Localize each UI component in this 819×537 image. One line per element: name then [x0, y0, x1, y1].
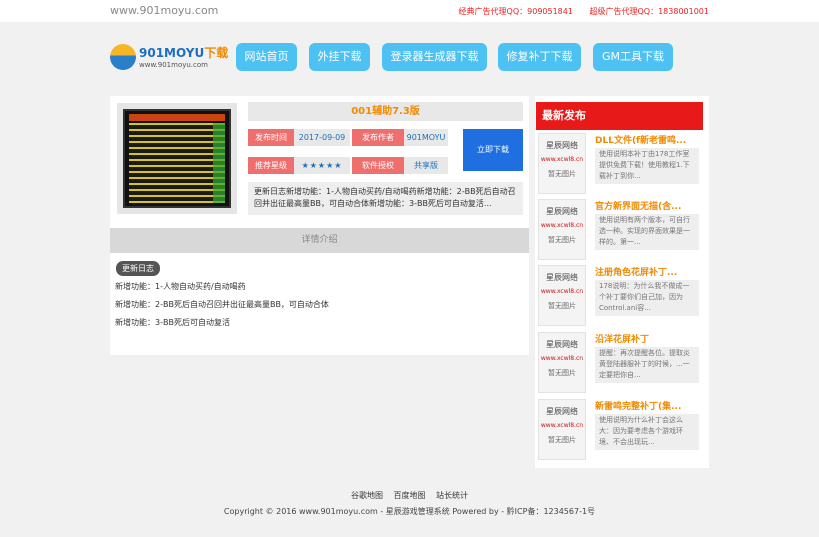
top-bar: www.901moyu.com 经典广告代理QQ：909051841 超级广告代…: [0, 0, 819, 22]
release-item[interactable]: 星辰网络 www.xcwl8.cn 暂无图片 DLL文件(f新老雷鸣... 使用…: [538, 133, 701, 194]
release-title[interactable]: DLL文件(f新老雷鸣...: [595, 133, 699, 146]
release-summary: 使用说明有两个版本，可自行选一种。实现的界面效果是一样的。第一...: [595, 214, 699, 250]
download-button[interactable]: 立即下载: [463, 129, 523, 171]
release-title[interactable]: 沿洋花屏补丁: [595, 332, 699, 345]
release-thumbnail[interactable]: 星辰网络 www.xcwl8.cn 暂无图片: [538, 332, 586, 393]
site-logo[interactable]: 901MOYU下载 www.901moyu.com: [110, 42, 228, 72]
footer-link-google-map[interactable]: 谷歌地图: [351, 491, 383, 500]
copyright: Copyright © 2016 www.901moyu.com - 星辰游戏管…: [223, 507, 596, 516]
ad-contact-2[interactable]: 超级广告代理QQ：1838001001: [590, 7, 710, 16]
release-title[interactable]: 注册角色花屏补丁...: [595, 265, 699, 278]
article-thumbnail[interactable]: [117, 103, 237, 214]
license-label: 软件授权: [352, 157, 404, 174]
release-thumbnail[interactable]: 星辰网络 www.xcwl8.cn 暂无图片: [538, 199, 586, 260]
author-value: 901MOYU: [404, 129, 448, 146]
release-summary: 使用说明为什么补丁会这么大：因为要考虑各个游戏环境、不会出现玩...: [595, 414, 699, 450]
footer-links: 谷歌地图 百度地图 站长统计: [0, 490, 819, 501]
release-item[interactable]: 星辰网络 www.xcwl8.cn 暂无图片 新雷鸣完整补丁(集... 使用说明…: [538, 399, 701, 460]
nav-home[interactable]: 网站首页: [236, 43, 297, 71]
release-item[interactable]: 星辰网络 www.xcwl8.cn 暂无图片 注册角色花屏补丁... 178说明…: [538, 265, 701, 326]
release-thumbnail[interactable]: 星辰网络 www.xcwl8.cn 暂无图片: [538, 399, 586, 460]
release-thumbnail[interactable]: 星辰网络 www.xcwl8.cn 暂无图片: [538, 133, 586, 194]
nav-patches[interactable]: 修复补丁下载: [498, 43, 581, 71]
rating-label: 推荐星级: [248, 157, 294, 174]
article-description: 更新日志新增功能：1-人物自动买药/自动喝药新增功能：2-BB死后自动召回并出征…: [248, 182, 523, 215]
nav-launcher-generator[interactable]: 登录器生成器下载: [382, 43, 487, 71]
logo-url: www.901moyu.com: [139, 61, 208, 69]
ad-contacts: 经典广告代理QQ：909051841 超级广告代理QQ：1838001001: [445, 6, 709, 17]
license-value: 共享版: [404, 157, 448, 174]
release-summary: 178说明：为什么我不做成一个补丁要你们自己加，因为Control.ani容..…: [595, 280, 699, 316]
logo-name: 901MOYU下载: [139, 46, 229, 60]
changelog-line: 新增功能：1-人物自动买药/自动喝药: [115, 282, 246, 291]
footer-link-stats[interactable]: 站长统计: [436, 491, 468, 500]
site-domain[interactable]: www.901moyu.com: [110, 4, 218, 17]
nav-gm-tools[interactable]: GM工具下载: [593, 43, 673, 71]
release-item[interactable]: 星辰网络 www.xcwl8.cn 暂无图片 沿洋花屏补丁 提醒：再次提醒各位。…: [538, 332, 701, 393]
release-summary: 提醒：再次提醒各位。提取炎黄登陆器服补丁的时候，...一定要把你自...: [595, 347, 699, 383]
release-summary: 使用说明本补丁由178工作室提供免费下载！使用教程1.下载补丁到你...: [595, 148, 699, 184]
author-label: 发布作者: [352, 129, 404, 146]
release-item[interactable]: 星辰网络 www.xcwl8.cn 暂无图片 官方新界面无描(含... 使用说明…: [538, 199, 701, 260]
detail-tab[interactable]: 详情介绍: [110, 228, 529, 253]
date-value: 2017-09-09: [294, 129, 350, 146]
rating-stars: ★★★★★: [294, 157, 350, 174]
article-title: 001辅助7.3版: [248, 102, 523, 121]
logo-globe-icon: [110, 44, 136, 70]
release-title[interactable]: 新雷鸣完整补丁(集...: [595, 399, 699, 412]
changelog-badge: 更新日志: [116, 261, 160, 276]
latest-releases-sidebar: 最新发布 星辰网络 www.xcwl8.cn 暂无图片 DLL文件(f新老雷鸣.…: [535, 96, 709, 468]
release-thumbnail[interactable]: 星辰网络 www.xcwl8.cn 暂无图片: [538, 265, 586, 326]
release-title[interactable]: 官方新界面无描(含...: [595, 199, 699, 212]
footer-link-baidu-map[interactable]: 百度地图: [394, 491, 426, 500]
changelog-line: 新增功能：3-BB死后可自动复活: [115, 318, 230, 327]
changelog-line: 新增功能：2-BB死后自动召回并出征最高量BB，可自动合体: [115, 300, 329, 309]
date-label: 发布时间: [248, 129, 294, 146]
nav-cheats[interactable]: 外挂下载: [309, 43, 370, 71]
sidebar-title: 最新发布: [536, 102, 703, 130]
ad-contact-1[interactable]: 经典广告代理QQ：909051841: [459, 7, 573, 16]
thumbnail-image: [123, 109, 231, 208]
article-panel: 001辅助7.3版 发布时间 2017-09-09 发布作者 901MOYU 推…: [110, 96, 529, 355]
